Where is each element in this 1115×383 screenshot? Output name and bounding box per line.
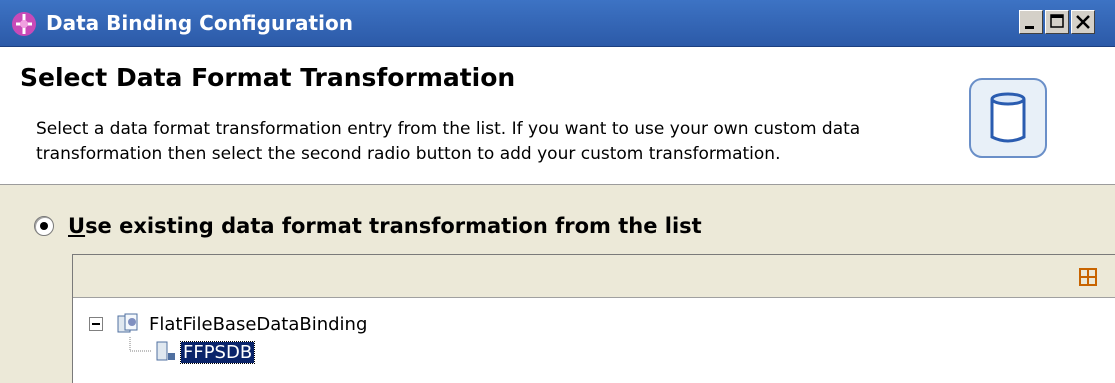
use-existing-label[interactable]: Use existing data format transformation … <box>68 214 702 238</box>
cylinder-icon <box>969 78 1047 158</box>
plug-in-icon <box>12 12 36 36</box>
dialog-window: Data Binding Configuration Select Data F… <box>0 0 1115 383</box>
tree-item-label: FFPSDB <box>179 340 256 364</box>
minimize-button[interactable] <box>1019 10 1043 34</box>
close-icon <box>1076 15 1090 29</box>
window-title: Data Binding Configuration <box>46 11 353 35</box>
expand-all-icon[interactable] <box>1078 267 1098 287</box>
use-existing-option[interactable]: Use existing data format transformation … <box>34 212 702 240</box>
wizard-header: Select Data Format Transformation Select… <box>0 47 1115 185</box>
databinding-node-icon <box>156 341 175 361</box>
collapse-toggle-icon[interactable] <box>89 317 103 331</box>
page-description: Select a data format transformation entr… <box>36 119 861 164</box>
close-button[interactable] <box>1071 10 1095 34</box>
transformation-tree-panel: FlatFileBaseDataBinding FFPSDB <box>72 254 1115 383</box>
tree-connector-line <box>129 337 151 352</box>
databinding-folder-icon <box>117 313 138 333</box>
page-title: Select Data Format Transformation <box>20 63 516 92</box>
use-existing-radio[interactable] <box>34 216 54 236</box>
tree-item-ffpsdb[interactable]: FFPSDB <box>153 339 256 365</box>
minimize-icon <box>1025 26 1034 29</box>
tree-item-label: FlatFileBaseDataBinding <box>149 313 368 335</box>
maximize-button[interactable] <box>1045 10 1069 34</box>
maximize-icon <box>1050 14 1064 28</box>
tree-toolbar <box>73 255 1115 298</box>
tree-item-flatfile[interactable]: FlatFileBaseDataBinding <box>89 311 367 337</box>
title-bar[interactable]: Data Binding Configuration <box>0 0 1115 47</box>
